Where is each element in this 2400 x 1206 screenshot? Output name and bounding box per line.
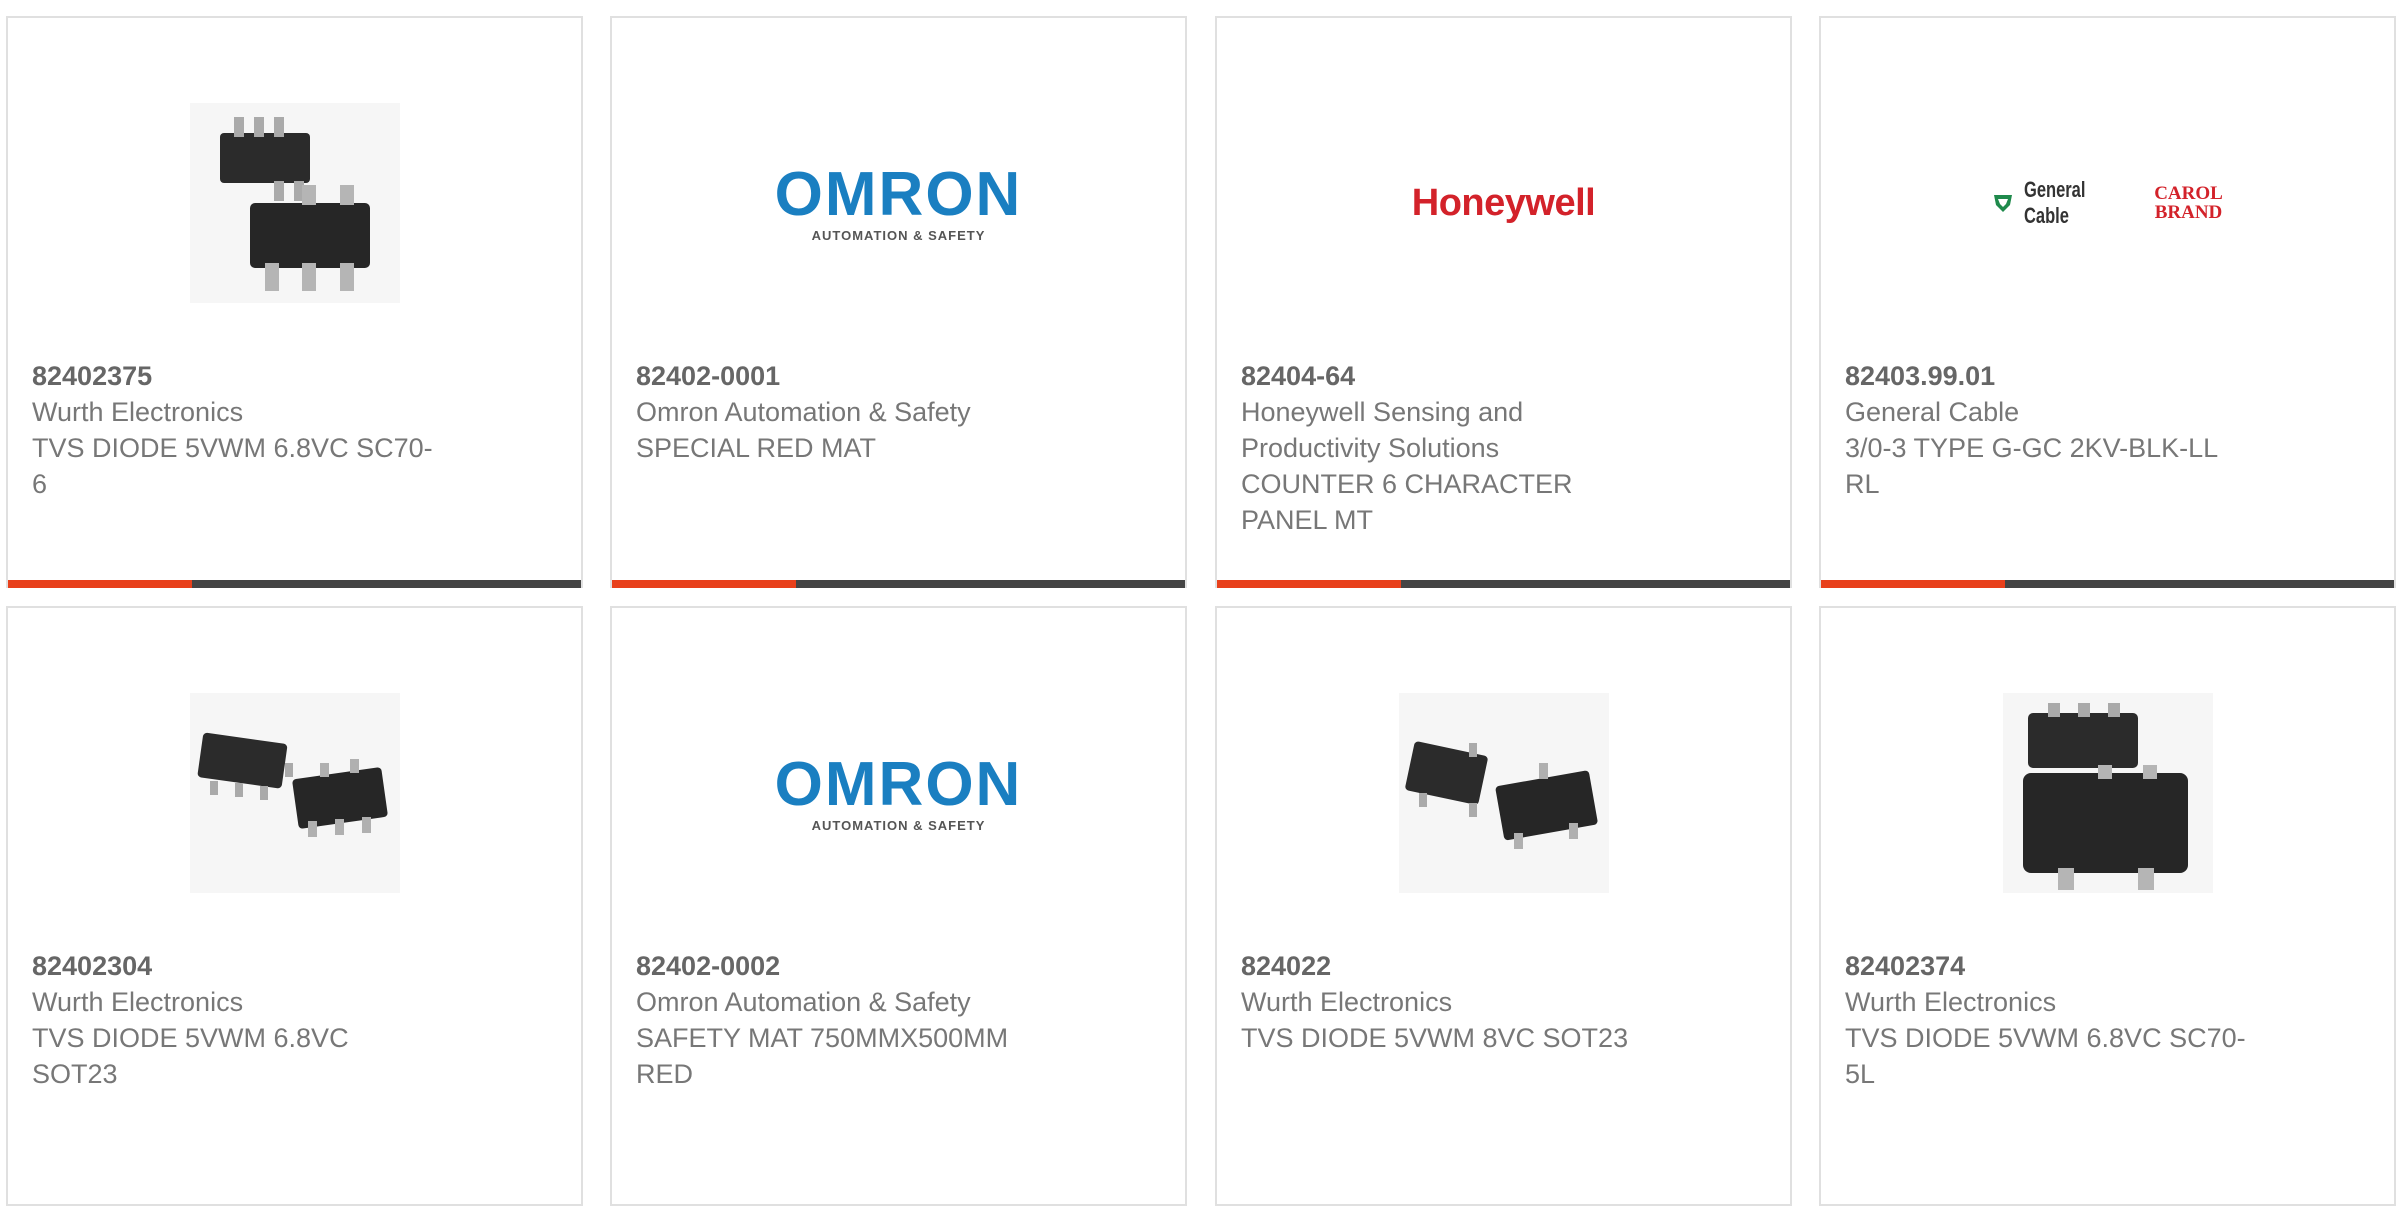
- general-cable-text: General Cable: [2024, 177, 2086, 228]
- description: SPECIAL RED MAT: [636, 433, 877, 463]
- omron-logo-icon: OMRON AUTOMATION & SAFETY: [774, 159, 1023, 243]
- manufacturer: Wurth Electronics: [32, 397, 244, 427]
- part-number[interactable]: 82402-0002: [636, 948, 1056, 984]
- product-card[interactable]: 824022 Wurth Electronics TVS DIODE 5VWM …: [1215, 606, 1792, 1206]
- product-image[interactable]: General Cable CAROL BRAND: [1821, 78, 2394, 328]
- product-image[interactable]: [1821, 668, 2394, 918]
- manufacturer: Omron Automation & Safety: [636, 397, 971, 427]
- product-card[interactable]: OMRON AUTOMATION & SAFETY 82402-0001 Omr…: [610, 16, 1187, 588]
- chip-icon: [189, 103, 400, 303]
- part-number[interactable]: 82404-64: [1241, 358, 1661, 394]
- card-bar-accent: [1821, 580, 2005, 588]
- product-card[interactable]: 82402374 Wurth Electronics TVS DIODE 5VW…: [1819, 606, 2396, 1206]
- manufacturer: Wurth Electronics: [32, 987, 244, 1017]
- card-bar-accent: [8, 580, 192, 588]
- omron-logo-text: OMRON: [774, 159, 1023, 229]
- product-image[interactable]: [8, 78, 581, 328]
- product-card[interactable]: OMRON AUTOMATION & SAFETY 82402-0002 Omr…: [610, 606, 1187, 1206]
- part-number[interactable]: 82403.99.01: [1845, 358, 2265, 394]
- product-image[interactable]: Honeywell: [1217, 78, 1790, 328]
- description: COUNTER 6 CHARACTER: [1241, 469, 1573, 499]
- description-cont: PANEL MT: [1241, 505, 1374, 535]
- product-card[interactable]: General Cable CAROL BRAND 82403.99.01 Ge…: [1819, 16, 2396, 588]
- shield-icon: [1994, 195, 2013, 212]
- description-cont: RED: [636, 1059, 694, 1089]
- description: TVS DIODE 5VWM 6.8VC: [32, 1023, 349, 1053]
- product-card[interactable]: 82402304 Wurth Electronics TVS DIODE 5VW…: [6, 606, 583, 1206]
- card-bar: [8, 580, 581, 588]
- omron-logo-icon: OMRON AUTOMATION & SAFETY: [774, 749, 1023, 833]
- product-image[interactable]: OMRON AUTOMATION & SAFETY: [612, 78, 1185, 328]
- product-image[interactable]: OMRON AUTOMATION & SAFETY: [612, 668, 1185, 918]
- part-number[interactable]: 82402-0001: [636, 358, 1056, 394]
- manufacturer: Honeywell Sensing and: [1241, 397, 1524, 427]
- product-image[interactable]: [8, 668, 581, 918]
- description: TVS DIODE 5VWM 6.8VC SC70-: [32, 433, 433, 463]
- honeywell-logo-icon: Honeywell: [1411, 181, 1596, 224]
- manufacturer: General Cable: [1845, 397, 2020, 427]
- omron-logo-text: OMRON: [774, 749, 1023, 819]
- description: 3/0-3 TYPE G-GC 2KV-BLK-LL: [1845, 433, 2219, 463]
- product-image[interactable]: [1217, 668, 1790, 918]
- description-cont: RL: [1845, 469, 1880, 499]
- manufacturer: Wurth Electronics: [1241, 987, 1453, 1017]
- description: TVS DIODE 5VWM 8VC SOT23: [1241, 1023, 1629, 1053]
- product-card[interactable]: Honeywell 82404-64 Honeywell Sensing and…: [1215, 16, 1792, 588]
- manufacturer: Wurth Electronics: [1845, 987, 2057, 1017]
- manufacturer: Omron Automation & Safety: [636, 987, 971, 1017]
- card-bar-accent: [612, 580, 796, 588]
- chip-icon: [189, 693, 400, 893]
- part-number[interactable]: 824022: [1241, 948, 1661, 984]
- manufacturer-cont: Productivity Solutions: [1241, 433, 1500, 463]
- chip-icon: [2002, 693, 2213, 893]
- omron-logo-sub: AUTOMATION & SAFETY: [811, 227, 986, 243]
- part-number[interactable]: 82402304: [32, 948, 452, 984]
- carol-brand-logo: CAROL BRAND: [2154, 184, 2223, 222]
- description-cont: 5L: [1845, 1059, 1876, 1089]
- general-cable-logo-icon: General Cable CAROL BRAND: [1992, 177, 2223, 229]
- brand-text: BRAND: [2154, 202, 2223, 223]
- carol-text: CAROL: [2154, 183, 2223, 204]
- description: TVS DIODE 5VWM 6.8VC SC70-: [1845, 1023, 2246, 1053]
- card-bar: [1217, 580, 1790, 588]
- description: SAFETY MAT 750MMX500MM: [636, 1023, 1009, 1053]
- part-number[interactable]: 82402375: [32, 358, 452, 394]
- card-bar: [1821, 580, 2394, 588]
- description-cont: SOT23: [32, 1059, 118, 1089]
- chip-icon: [1398, 693, 1609, 893]
- omron-logo-sub: AUTOMATION & SAFETY: [811, 817, 986, 833]
- product-card[interactable]: 82402375 Wurth Electronics TVS DIODE 5VW…: [6, 16, 583, 588]
- description-cont: 6: [32, 469, 48, 499]
- card-bar: [612, 580, 1185, 588]
- part-number[interactable]: 82402374: [1845, 948, 2265, 984]
- card-bar-accent: [1217, 580, 1401, 588]
